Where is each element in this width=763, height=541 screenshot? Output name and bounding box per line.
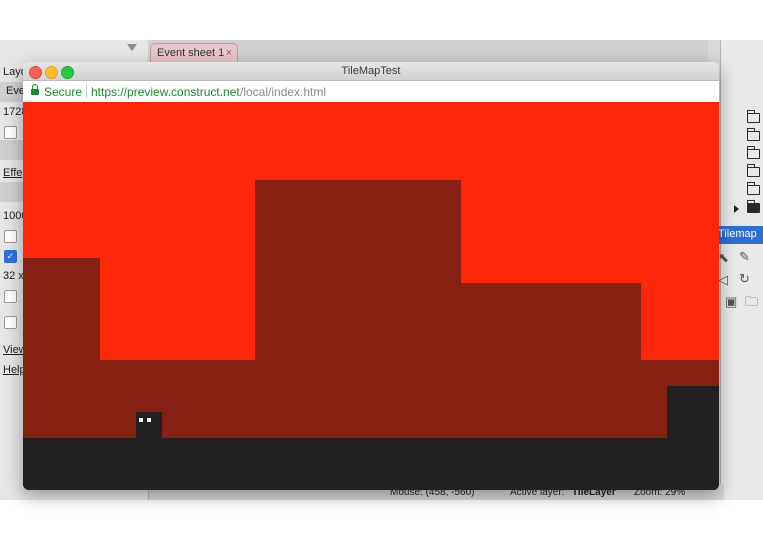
expand-arrow-icon[interactable] bbox=[734, 205, 739, 213]
url-path: /local/index.html bbox=[240, 85, 327, 99]
lock-icon bbox=[31, 84, 39, 95]
panel-checkbox-checked[interactable]: ✓ bbox=[4, 250, 17, 263]
folder-icon[interactable] bbox=[746, 146, 760, 159]
window-title: TileMapTest bbox=[341, 65, 401, 77]
player-eye bbox=[139, 418, 143, 422]
player-eye bbox=[147, 418, 151, 422]
panel-checkbox[interactable] bbox=[4, 126, 17, 139]
folder-icon[interactable] bbox=[746, 128, 760, 141]
address-bar[interactable]: Secure https://preview.construct.net /lo… bbox=[23, 81, 719, 103]
panel-checkbox[interactable] bbox=[4, 316, 17, 329]
ground-floor bbox=[23, 438, 719, 490]
project-panel bbox=[720, 40, 763, 500]
folder-icon[interactable] bbox=[746, 200, 760, 213]
folder-open-icon[interactable]: 🗀 bbox=[745, 293, 758, 315]
folder-icon[interactable] bbox=[746, 110, 760, 123]
rotate-tool-icon[interactable]: ↻ bbox=[739, 271, 750, 287]
url-separator bbox=[86, 84, 87, 98]
tilemap-panel-header: Tilemap bbox=[716, 226, 763, 244]
game-viewport[interactable] bbox=[23, 102, 719, 490]
url-host: https://preview.construct.net bbox=[91, 85, 240, 99]
save-icon[interactable]: ▣ bbox=[725, 294, 737, 310]
window-titlebar[interactable]: TileMapTest bbox=[23, 62, 719, 81]
tab-event-sheet-1[interactable]: Event sheet 1 × bbox=[150, 43, 238, 63]
folder-icon[interactable] bbox=[746, 164, 760, 177]
game-canvas bbox=[23, 102, 719, 490]
folder-icon[interactable] bbox=[746, 182, 760, 195]
preview-window: TileMapTest Secure https://preview.const… bbox=[23, 62, 719, 490]
tab-label: Event sheet 1 bbox=[157, 47, 225, 59]
panel-checkbox[interactable] bbox=[4, 290, 17, 303]
secure-label: Secure bbox=[44, 85, 83, 99]
player-character bbox=[136, 412, 162, 438]
close-icon[interactable]: × bbox=[226, 47, 232, 59]
ground-step bbox=[667, 386, 719, 490]
mirror-tool-icon[interactable]: ◁ bbox=[718, 272, 728, 288]
cursor-tool-icon[interactable]: ⬉ bbox=[718, 250, 729, 266]
chevron-down-icon[interactable] bbox=[127, 44, 137, 51]
tilemap-panel-title: Tilemap bbox=[718, 228, 757, 240]
panel-checkbox[interactable] bbox=[4, 230, 17, 243]
pencil-tool-icon[interactable]: ✎ bbox=[739, 249, 750, 265]
